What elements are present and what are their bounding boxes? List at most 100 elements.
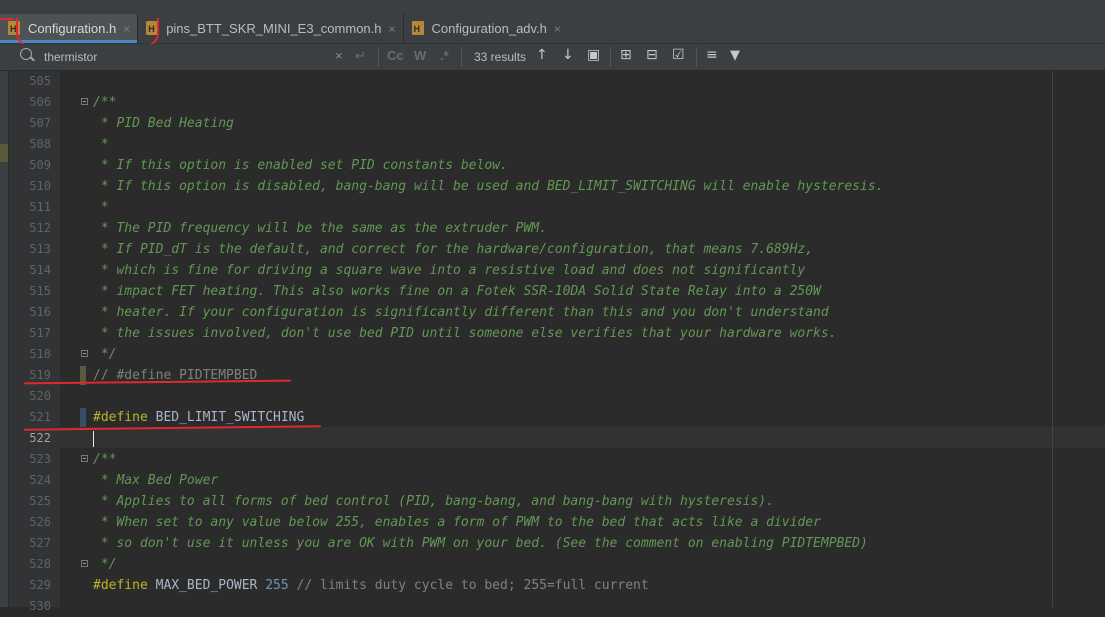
code-text: * Applies to all forms of bed control (P… bbox=[93, 494, 774, 509]
code-line[interactable]: 518 */ bbox=[0, 344, 1105, 365]
line-number: 526 bbox=[29, 515, 51, 529]
code-line[interactable]: 509 * If this option is enabled set PID … bbox=[0, 155, 1105, 176]
code-line[interactable]: 512 * The PID frequency will be the same… bbox=[0, 218, 1105, 239]
code-line[interactable]: 516 * heater. If your configuration is s… bbox=[0, 302, 1105, 323]
line-number: 511 bbox=[29, 200, 51, 214]
code-line[interactable]: 521 #define BED_LIMIT_SWITCHING bbox=[0, 407, 1105, 428]
next-occurrence-button[interactable]: ↓ bbox=[562, 47, 574, 63]
code-text: * Max Bed Power bbox=[93, 473, 219, 488]
code-text: * the issues involved, don't use bed PID… bbox=[93, 326, 837, 341]
code-line[interactable]: 511 * bbox=[0, 197, 1105, 218]
line-number: 506 bbox=[29, 95, 51, 109]
header-file-icon: H bbox=[411, 21, 425, 36]
close-icon[interactable]: × bbox=[554, 22, 561, 36]
code-text: /** bbox=[93, 452, 117, 467]
code-line[interactable]: 507 * PID Bed Heating bbox=[0, 113, 1105, 134]
filter-icon[interactable]: ▼ bbox=[730, 48, 740, 63]
code-line[interactable]: 520 bbox=[0, 386, 1105, 407]
line-number: 524 bbox=[29, 473, 51, 487]
code-line[interactable]: 526 * When set to any value below 255, e… bbox=[0, 512, 1105, 533]
code-line[interactable]: 524 * Max Bed Power bbox=[0, 470, 1105, 491]
code-line[interactable]: 510 * If this option is disabled, bang-b… bbox=[0, 176, 1105, 197]
code-text: * If this option is disabled, bang-bang … bbox=[93, 179, 884, 194]
add-selection-icon[interactable]: ⊞ bbox=[620, 47, 632, 63]
fold-marker-icon[interactable] bbox=[81, 455, 88, 462]
annotation-mark bbox=[0, 18, 13, 26]
code-text: * heater. If your configuration is signi… bbox=[93, 305, 829, 320]
options-icon[interactable]: ≡ bbox=[706, 47, 718, 63]
code-text: * so don't use it unless you are OK with… bbox=[93, 536, 868, 551]
line-number: 516 bbox=[29, 305, 51, 319]
editor-tab-bar: H Configuration.h × H pins_BTT_SKR_MINI_… bbox=[0, 0, 1105, 44]
code-line[interactable]: 506 /** bbox=[0, 92, 1105, 113]
code-text: * If PID_dT is the default, and correct … bbox=[93, 242, 814, 257]
change-marker[interactable] bbox=[80, 408, 86, 427]
code-text: * impact FET heating. This also works fi… bbox=[93, 284, 821, 299]
select-all-occurrences-icon[interactable]: ☑ bbox=[672, 47, 685, 63]
line-number: 510 bbox=[29, 179, 51, 193]
match-case-toggle[interactable]: Cc bbox=[387, 48, 404, 63]
line-number: 512 bbox=[29, 221, 51, 235]
search-icon[interactable] bbox=[20, 48, 32, 60]
code-text: /** bbox=[93, 95, 117, 110]
code-editor[interactable]: 505 506/** 507 * PID Bed Heating 508 * 509 *… bbox=[0, 71, 1105, 613]
code-line[interactable]: 515 * impact FET heating. This also work… bbox=[0, 281, 1105, 302]
code-text: #define MAX_BED_POWER 255 // limits duty… bbox=[93, 575, 649, 596]
fold-marker-icon[interactable] bbox=[81, 350, 88, 357]
tab-configuration-adv-h[interactable]: H Configuration_adv.h × bbox=[404, 14, 568, 43]
code-line[interactable]: 513 * If PID_dT is the default, and corr… bbox=[0, 239, 1105, 260]
annotation-circle bbox=[16, 18, 159, 47]
keyword-token: #define bbox=[93, 578, 148, 593]
code-line[interactable]: 528 */ bbox=[0, 554, 1105, 575]
macro-token: MAX_BED_POWER bbox=[147, 578, 266, 593]
select-all-button[interactable]: ▣ bbox=[587, 47, 600, 63]
text-caret bbox=[93, 431, 94, 447]
code-line[interactable]: 505 bbox=[0, 71, 1105, 92]
previous-occurrence-button[interactable]: ↑ bbox=[536, 47, 548, 63]
line-number: 522 bbox=[29, 431, 51, 445]
code-line[interactable]: 517 * the issues involved, don't use bed… bbox=[0, 323, 1105, 344]
line-number: 529 bbox=[29, 578, 51, 592]
line-number: 507 bbox=[29, 116, 51, 130]
code-text: * PID Bed Heating bbox=[93, 116, 234, 131]
search-input[interactable] bbox=[42, 49, 326, 65]
code-line[interactable]: 514 * which is fine for driving a square… bbox=[0, 260, 1105, 281]
number-token: 255 bbox=[265, 578, 289, 593]
line-number: 514 bbox=[29, 263, 51, 277]
tab-label: pins_BTT_SKR_MINI_E3_common.h bbox=[166, 21, 382, 36]
fold-marker-icon[interactable] bbox=[81, 98, 88, 105]
whole-words-toggle[interactable]: W bbox=[414, 48, 426, 63]
keyword-token: #define bbox=[93, 410, 148, 425]
line-number: 518 bbox=[29, 347, 51, 361]
remove-selection-icon[interactable]: ⊟ bbox=[646, 47, 658, 63]
code-text: * bbox=[93, 200, 109, 215]
clear-icon[interactable]: × bbox=[335, 48, 343, 63]
line-number: 521 bbox=[29, 410, 51, 424]
fold-marker-icon[interactable] bbox=[81, 560, 88, 567]
code-text: */ bbox=[93, 557, 117, 572]
line-number: 513 bbox=[29, 242, 51, 256]
newline-icon[interactable]: ↵ bbox=[355, 48, 366, 64]
line-number: 508 bbox=[29, 137, 51, 151]
code-line[interactable]: 527 * so don't use it unless you are OK … bbox=[0, 533, 1105, 554]
code-text: * The PID frequency will be the same as … bbox=[93, 221, 547, 236]
code-line[interactable]: 529 #define MAX_BED_POWER 255 // limits d… bbox=[0, 575, 1105, 596]
code-line[interactable]: 522 bbox=[0, 428, 1105, 449]
find-toolbar: × ↵ Cc W .* 33 results ↑ ↓ ▣ ⊞ ⊟ ☑ ≡ ▼ bbox=[0, 44, 1105, 71]
close-icon[interactable]: × bbox=[389, 22, 396, 36]
line-number: 505 bbox=[29, 74, 51, 88]
results-count: 33 results bbox=[474, 50, 527, 64]
code-line[interactable]: 525 * Applies to all forms of bed contro… bbox=[0, 491, 1105, 512]
regex-toggle[interactable]: .* bbox=[440, 48, 449, 63]
line-number: 527 bbox=[29, 536, 51, 550]
comment-token: // limits duty cycle to bed; 255=full cu… bbox=[288, 578, 649, 593]
tab-label: Configuration_adv.h bbox=[431, 21, 547, 36]
tab-pins-btt-skr-mini-e3-common-h[interactable]: H pins_BTT_SKR_MINI_E3_common.h × bbox=[138, 14, 402, 43]
code-text: * bbox=[93, 137, 109, 152]
code-text: * When set to any value below 255, enabl… bbox=[93, 515, 821, 530]
code-line[interactable]: 523 /** bbox=[0, 449, 1105, 470]
line-number: 528 bbox=[29, 557, 51, 571]
code-line[interactable]: 508 * bbox=[0, 134, 1105, 155]
line-number: 515 bbox=[29, 284, 51, 298]
line-number: 509 bbox=[29, 158, 51, 172]
